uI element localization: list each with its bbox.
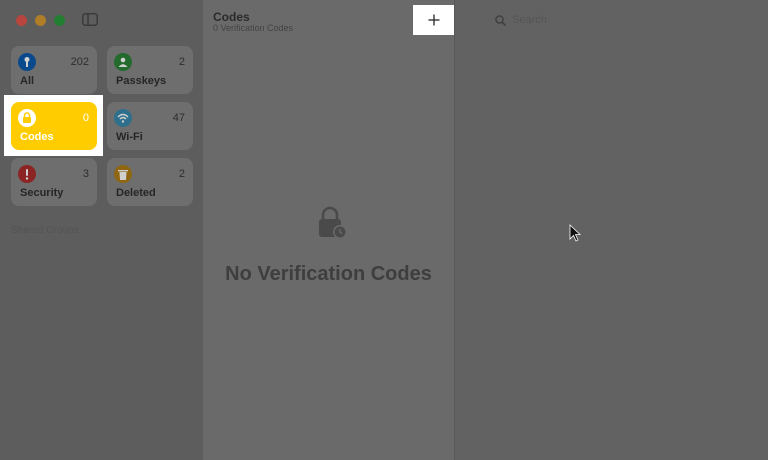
trash-icon	[114, 165, 132, 183]
search-placeholder: Search	[512, 14, 547, 26]
tile-label: Wi-Fi	[116, 131, 143, 143]
tile-count: 202	[70, 56, 89, 68]
shared-groups-heading: Shared Groups	[11, 225, 79, 236]
tile-count: 47	[172, 112, 185, 124]
sidebar-tile-deleted[interactable]: 2 Deleted	[107, 158, 193, 206]
tile-count: 3	[82, 168, 89, 180]
list-title: Codes	[213, 10, 250, 24]
tile-label: All	[20, 75, 35, 87]
empty-state-message: No Verification Codes	[225, 263, 432, 285]
lock-clock-icon	[18, 109, 36, 127]
passwords-window: 202 All 2 Passkeys 0 Codes 47 Wi-Fi 3 Se…	[0, 0, 768, 460]
person-badge-icon	[114, 53, 132, 71]
tile-count: 2	[178, 56, 185, 68]
window-controls	[16, 15, 65, 27]
wifi-icon	[114, 109, 132, 127]
lock-clock-icon	[319, 206, 347, 239]
tile-count: 0	[82, 112, 89, 124]
sidebar-toggle-icon[interactable]	[82, 13, 98, 26]
sidebar-tile-all[interactable]: 202 All	[11, 46, 97, 94]
detail-pane: Search	[454, 0, 768, 460]
codes-list-pane: Codes 0 Verification Codes No Verificati…	[203, 0, 455, 460]
exclamation-icon	[18, 165, 36, 183]
search-icon	[495, 14, 506, 26]
sidebar-tile-security[interactable]: 3 Security	[11, 158, 97, 206]
plus-icon	[428, 14, 440, 26]
list-subtitle: 0 Verification Codes	[213, 23, 294, 33]
tile-label: Codes	[20, 131, 54, 143]
mouse-pointer-icon	[569, 224, 581, 242]
close-window-button[interactable]	[16, 15, 27, 26]
tile-count: 2	[178, 168, 185, 180]
tile-label: Security	[20, 187, 64, 199]
add-code-button[interactable]	[413, 5, 455, 35]
search-field[interactable]: Search	[495, 14, 547, 26]
zoom-window-button[interactable]	[54, 15, 65, 26]
sidebar-tile-passkeys[interactable]: 2 Passkeys	[107, 46, 193, 94]
sidebar-tile-codes[interactable]: 0 Codes	[11, 102, 97, 150]
key-icon	[18, 53, 36, 71]
minimize-window-button[interactable]	[35, 15, 46, 26]
sidebar: 202 All 2 Passkeys 0 Codes 47 Wi-Fi 3 Se…	[0, 0, 203, 460]
tile-label: Passkeys	[116, 75, 167, 87]
sidebar-tile-wifi[interactable]: 47 Wi-Fi	[107, 102, 193, 150]
tile-label: Deleted	[116, 187, 156, 199]
